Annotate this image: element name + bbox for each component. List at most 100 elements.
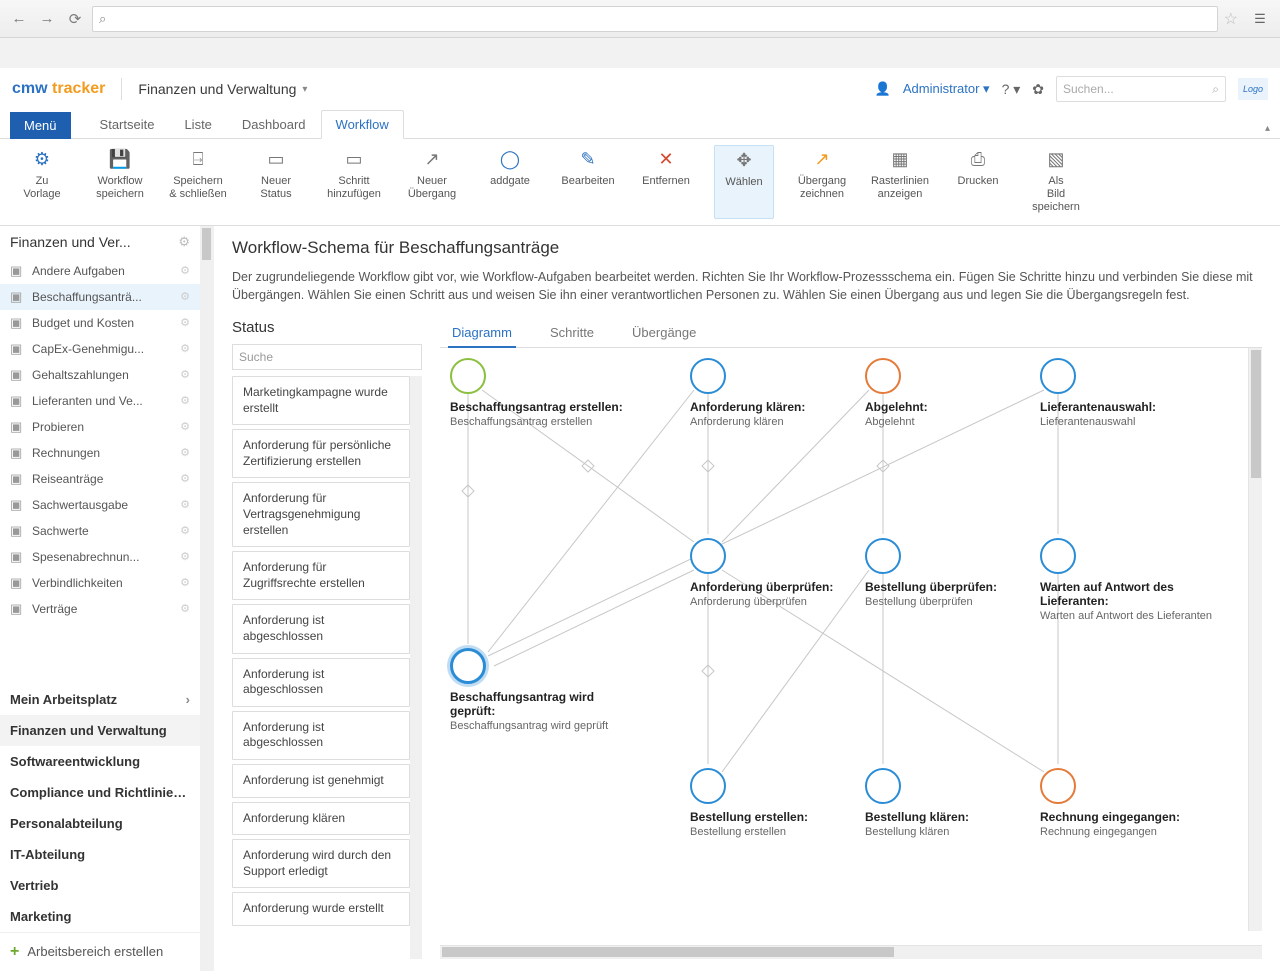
tool-w-hlen[interactable]: ✥Wählen xyxy=(714,145,774,219)
workflow-node[interactable]: Rechnung eingegangen:Rechnung eingegange… xyxy=(1040,768,1220,839)
status-item[interactable]: Anforderung für Zugriffsrechte erstellen xyxy=(232,551,410,600)
node-circle[interactable] xyxy=(450,648,486,684)
workflow-node[interactable]: Anforderung klären:Anforderung klären xyxy=(690,358,870,429)
node-circle[interactable] xyxy=(690,768,726,804)
node-circle[interactable] xyxy=(1040,358,1076,394)
sidebar-item[interactable]: ▣Verträge⚙ xyxy=(0,596,200,622)
gear-icon[interactable]: ⚙ xyxy=(178,234,190,250)
workflow-node[interactable]: Beschaffungsantrag wird geprüft:Beschaff… xyxy=(450,648,630,733)
url-bar[interactable]: ⌕ xyxy=(92,6,1218,32)
workflow-node[interactable]: Anforderung überprüfen:Anforderung überp… xyxy=(690,538,870,609)
tool-entfernen[interactable]: ✕Entfernen xyxy=(636,145,696,219)
help-icon[interactable]: ? ▾ xyxy=(1002,81,1021,98)
sidebar-item[interactable]: ▣CapEx-Genehmigu...⚙ xyxy=(0,336,200,362)
canvas-hscroll[interactable] xyxy=(440,945,1262,959)
node-circle[interactable] xyxy=(865,768,901,804)
node-circle[interactable] xyxy=(1040,538,1076,574)
gear-icon[interactable]: ⚙ xyxy=(180,316,190,329)
sidebar-item[interactable]: ▣Rechnungen⚙ xyxy=(0,440,200,466)
status-item[interactable]: Anforderung wurde erstellt xyxy=(232,892,410,926)
gear-icon[interactable]: ⚙ xyxy=(180,420,190,433)
tool-schritt-hinzuf-gen[interactable]: ▭Schritthinzufügen xyxy=(324,145,384,219)
status-item[interactable]: Anforderung ist abgeschlossen xyxy=(232,711,410,760)
gear-icon[interactable]: ⚙ xyxy=(180,342,190,355)
status-item[interactable]: Anforderung für persönliche Zertifizieru… xyxy=(232,429,410,478)
menu-button[interactable]: Menü xyxy=(10,112,71,139)
gear-icon[interactable]: ⚙ xyxy=(180,524,190,537)
dtab-übergänge[interactable]: Übergänge xyxy=(628,319,700,348)
browser-menu-icon[interactable]: ☰ xyxy=(1248,7,1272,31)
node-circle[interactable] xyxy=(865,538,901,574)
sidebar-item[interactable]: ▣Gehaltszahlungen⚙ xyxy=(0,362,200,388)
gear-icon[interactable]: ⚙ xyxy=(180,550,190,563)
workflow-node[interactable]: Abgelehnt:Abgelehnt xyxy=(865,358,1045,429)
sidebar-scrollbar[interactable] xyxy=(200,226,214,971)
status-item[interactable]: Anforderung ist abgeschlossen xyxy=(232,604,410,653)
sidebar-item[interactable]: ▣Verbindlichkeiten⚙ xyxy=(0,570,200,596)
node-circle[interactable] xyxy=(1040,768,1076,804)
sidebar-item[interactable]: ▣Spesenabrechnun...⚙ xyxy=(0,544,200,570)
status-item[interactable]: Anforderung ist genehmigt xyxy=(232,764,410,798)
sidebar-item[interactable]: ▣Sachwertausgabe⚙ xyxy=(0,492,200,518)
tool-rasterlinien-anzeigen[interactable]: ▦Rasterlinienanzeigen xyxy=(870,145,930,219)
tool-neuer-status[interactable]: ▭NeuerStatus xyxy=(246,145,306,219)
status-search[interactable]: Suche xyxy=(232,344,422,370)
tool--bergang-zeichnen[interactable]: ↗Übergangzeichnen xyxy=(792,145,852,219)
tool-addgate[interactable]: ◯addgate xyxy=(480,145,540,219)
forward-button[interactable]: → xyxy=(36,8,58,30)
workflow-node[interactable]: Warten auf Antwort des Lieferanten:Warte… xyxy=(1040,538,1220,623)
workflow-canvas[interactable]: Beschaffungsantrag erstellen:Beschaffung… xyxy=(440,348,1262,945)
status-item[interactable]: Anforderung wird durch den Support erled… xyxy=(232,839,410,888)
workspace-group[interactable]: Vertrieb xyxy=(0,870,200,901)
status-item[interactable]: Anforderung ist abgeschlossen xyxy=(232,658,410,707)
status-item[interactable]: Marketingkampagne wurde erstellt xyxy=(232,376,410,425)
workspace-group[interactable]: Compliance und Richtlinienin... xyxy=(0,777,200,808)
bookmark-icon[interactable]: ☆ xyxy=(1224,9,1238,29)
sidebar-item[interactable]: ▣Reiseanträge⚙ xyxy=(0,466,200,492)
workspace-group[interactable]: Personalabteilung xyxy=(0,808,200,839)
sidebar-item[interactable]: ▣Probieren⚙ xyxy=(0,414,200,440)
workspace-group[interactable]: IT-Abteilung xyxy=(0,839,200,870)
workspace-group[interactable]: Mein Arbeitsplatz xyxy=(0,684,200,715)
dtab-schritte[interactable]: Schritte xyxy=(546,319,598,348)
gear-icon[interactable]: ⚙ xyxy=(180,368,190,381)
gear-icon[interactable]: ⚙ xyxy=(180,446,190,459)
sidebar-item[interactable]: ▣Lieferanten und Ve...⚙ xyxy=(0,388,200,414)
reload-button[interactable]: ⟳ xyxy=(64,8,86,30)
gear-icon[interactable]: ⚙ xyxy=(180,290,190,303)
workspace-group[interactable]: Marketing xyxy=(0,901,200,932)
node-circle[interactable] xyxy=(450,358,486,394)
workflow-node[interactable]: Bestellung überprüfen:Bestellung überprü… xyxy=(865,538,1045,609)
tool-bearbeiten[interactable]: ✎Bearbeiten xyxy=(558,145,618,219)
node-circle[interactable] xyxy=(690,358,726,394)
dtab-diagramm[interactable]: Diagramm xyxy=(448,319,516,348)
gear-icon[interactable]: ⚙ xyxy=(180,602,190,615)
sidebar-item[interactable]: ▣Sachwerte⚙ xyxy=(0,518,200,544)
tab-liste[interactable]: Liste xyxy=(169,110,226,139)
sidebar-item[interactable]: ▣Budget und Kosten⚙ xyxy=(0,310,200,336)
tab-dashboard[interactable]: Dashboard xyxy=(227,110,321,139)
sidebar-item[interactable]: ▣Beschaffungsanträ...⚙ xyxy=(0,284,200,310)
tool-neuer-bergang[interactable]: ↗NeuerÜbergang xyxy=(402,145,462,219)
tool-zu-vorlage[interactable]: ⚙ZuVorlage xyxy=(12,145,72,219)
tool-speichern-schlie-en[interactable]: ⍈Speichern& schließen xyxy=(168,145,228,219)
gear-icon[interactable]: ⚙ xyxy=(180,576,190,589)
workspace-group[interactable]: Finanzen und Verwaltung xyxy=(0,715,200,746)
node-circle[interactable] xyxy=(690,538,726,574)
create-workspace[interactable]: + Arbeitsbereich erstellen xyxy=(0,932,200,971)
gear-icon[interactable]: ⚙ xyxy=(180,394,190,407)
workspace-selector[interactable]: Finanzen und Verwaltung▾ xyxy=(138,81,307,97)
collapse-icon[interactable]: ▴ xyxy=(1255,119,1280,138)
tab-workflow[interactable]: Workflow xyxy=(321,110,404,139)
workspace-group[interactable]: Softwareentwicklung xyxy=(0,746,200,777)
tool-als-bild-speichern[interactable]: ▧AlsBild speichern xyxy=(1026,145,1086,219)
status-item[interactable]: Anforderung für Vertragsgenehmigung erst… xyxy=(232,482,410,547)
back-button[interactable]: ← xyxy=(8,8,30,30)
canvas-vscroll[interactable] xyxy=(1248,348,1262,931)
node-circle[interactable] xyxy=(865,358,901,394)
workflow-node[interactable]: Bestellung erstellen:Bestellung erstelle… xyxy=(690,768,870,839)
user-menu[interactable]: Administrator ▾ xyxy=(903,81,990,97)
gear-icon[interactable]: ⚙ xyxy=(180,498,190,511)
settings-icon[interactable]: ✿ xyxy=(1032,81,1044,98)
gear-icon[interactable]: ⚙ xyxy=(180,472,190,485)
